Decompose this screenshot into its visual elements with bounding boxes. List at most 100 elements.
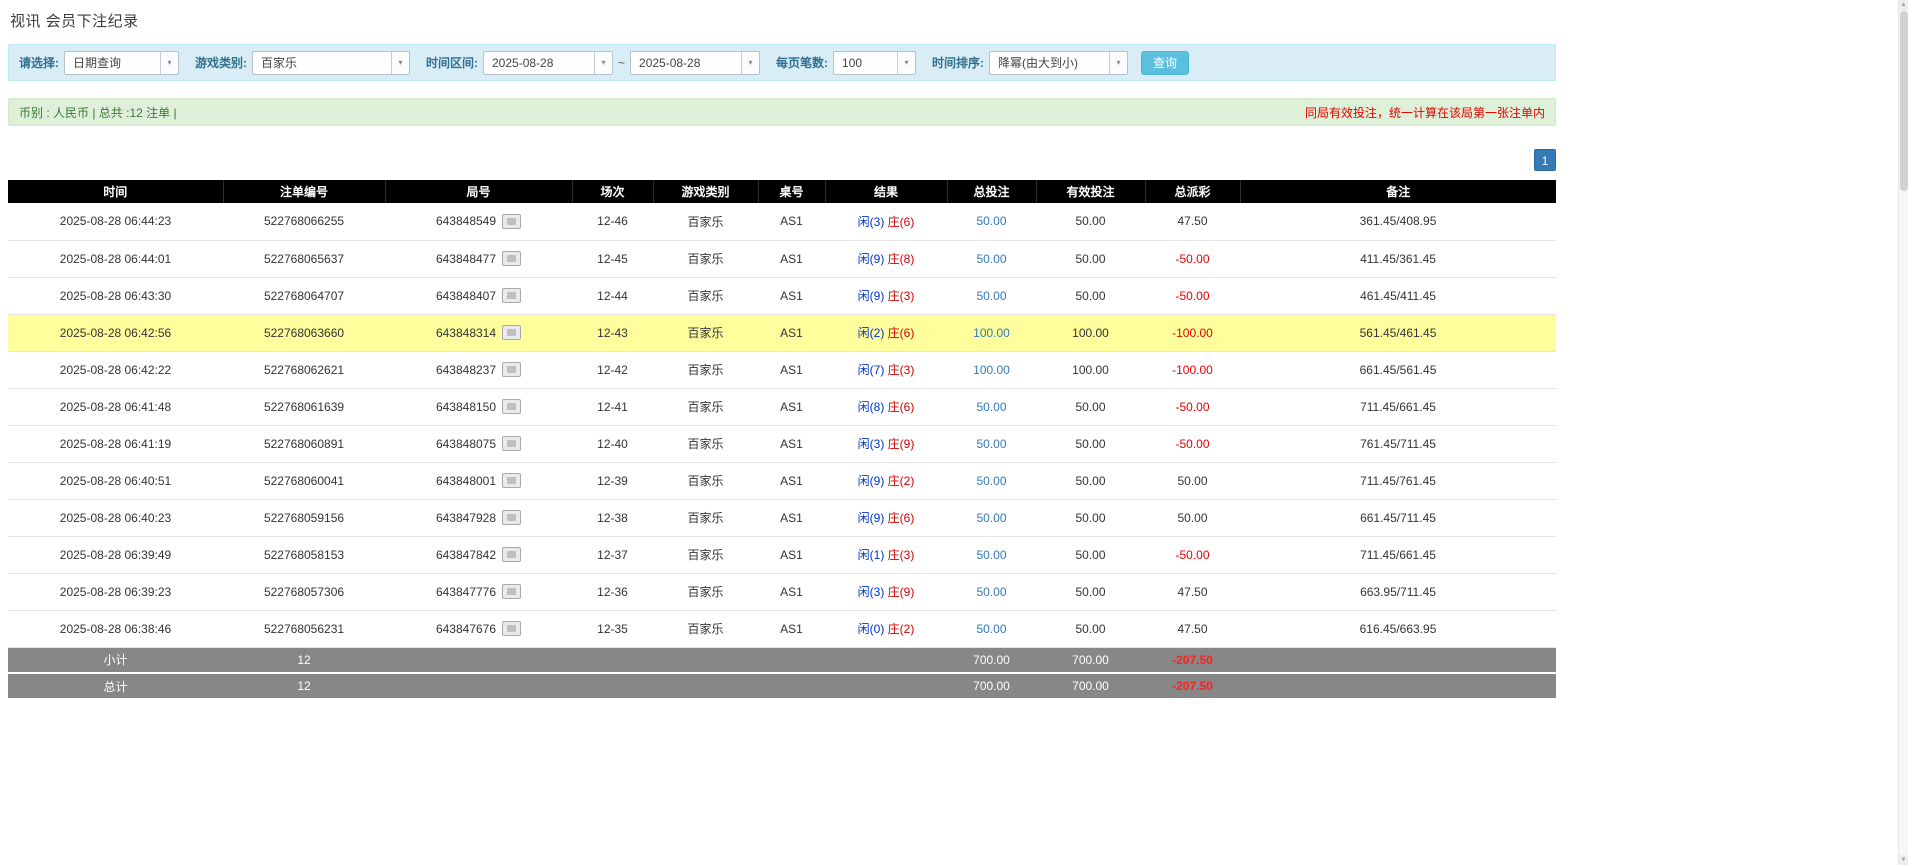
cards-icon[interactable] xyxy=(502,362,521,377)
round-id-text: 643848075 xyxy=(436,437,496,451)
cell-note: 461.45/411.45 xyxy=(1240,277,1556,314)
round-id-text: 643848237 xyxy=(436,363,496,377)
cell-table-no: AS1 xyxy=(758,425,825,462)
cell-payout: -100.00 xyxy=(1145,351,1240,388)
total-bet-link[interactable]: 50.00 xyxy=(976,622,1006,636)
cards-icon[interactable] xyxy=(502,399,521,414)
pagination: 1 xyxy=(8,149,1556,171)
cell-note: 711.45/661.45 xyxy=(1240,388,1556,425)
page-title: 视讯 会员下注纪录 xyxy=(8,8,1560,31)
sort-order-select[interactable]: 降幂(由大到小) ▾ xyxy=(989,51,1128,75)
total-bet-link[interactable]: 50.00 xyxy=(976,289,1006,303)
total-bet-link[interactable]: 50.00 xyxy=(976,511,1006,525)
column-header: 总投注 xyxy=(947,180,1036,203)
result-banker: 庄(8) xyxy=(888,252,915,266)
cards-icon[interactable] xyxy=(502,473,521,488)
cards-icon[interactable] xyxy=(502,251,521,266)
date-from-input[interactable]: 2025-08-28 ▾ xyxy=(483,51,613,75)
cell-total-bet: 50.00 xyxy=(947,203,1036,240)
total-bet-link[interactable]: 50.00 xyxy=(976,400,1006,414)
cell-payout: 50.00 xyxy=(1145,499,1240,536)
result-player: 闲(9) xyxy=(858,289,885,303)
cell-session: 12-42 xyxy=(572,351,653,388)
result-player: 闲(3) xyxy=(858,585,885,599)
result-banker: 庄(9) xyxy=(888,437,915,451)
total-bet-link[interactable]: 50.00 xyxy=(976,474,1006,488)
cell-game-type: 百家乐 xyxy=(653,536,758,573)
cell-game-type: 百家乐 xyxy=(653,462,758,499)
cards-icon[interactable] xyxy=(502,214,521,229)
total-bet-link[interactable]: 50.00 xyxy=(976,437,1006,451)
total-bet-link[interactable]: 50.00 xyxy=(976,548,1006,562)
summary-payout: -207.50 xyxy=(1145,647,1240,673)
cell-bet-id: 522768060041 xyxy=(223,462,385,499)
summary-empty-cell xyxy=(758,673,825,699)
game-type-value: 百家乐 xyxy=(253,52,391,74)
cell-result: 闲(9) 庄(3) xyxy=(825,277,947,314)
cards-icon[interactable] xyxy=(502,621,521,636)
cell-game-type: 百家乐 xyxy=(653,314,758,351)
date-to-input[interactable]: 2025-08-28 ▾ xyxy=(630,51,760,75)
scrollbar[interactable]: ▲ ▼ xyxy=(1898,0,1908,865)
column-header: 局号 xyxy=(385,180,572,203)
cell-note: 661.45/711.45 xyxy=(1240,499,1556,536)
total-bet-link[interactable]: 100.00 xyxy=(973,326,1010,340)
column-header: 场次 xyxy=(572,180,653,203)
result-player: 闲(3) xyxy=(858,437,885,451)
result-player: 闲(9) xyxy=(858,511,885,525)
cell-round-id: 643848314 xyxy=(385,314,572,351)
table-row: 2025-08-28 06:39:23522768057306643847776… xyxy=(8,573,1556,610)
cards-icon[interactable] xyxy=(502,288,521,303)
cell-table-no: AS1 xyxy=(758,277,825,314)
page-size-input[interactable]: 100 ▾ xyxy=(833,51,916,75)
scroll-up-arrow-icon[interactable]: ▲ xyxy=(1899,0,1908,10)
game-type-select[interactable]: 百家乐 ▾ xyxy=(252,51,410,75)
cell-round-id: 643848150 xyxy=(385,388,572,425)
cell-table-no: AS1 xyxy=(758,388,825,425)
result-banker: 庄(3) xyxy=(888,363,915,377)
cell-payout: -50.00 xyxy=(1145,277,1240,314)
cell-payout: -50.00 xyxy=(1145,536,1240,573)
cell-total-bet: 50.00 xyxy=(947,240,1036,277)
result-banker: 庄(3) xyxy=(888,548,915,562)
result-player: 闲(9) xyxy=(858,252,885,266)
cell-payout: 50.00 xyxy=(1145,462,1240,499)
cards-icon[interactable] xyxy=(502,325,521,340)
cards-icon[interactable] xyxy=(502,436,521,451)
result-banker: 庄(2) xyxy=(888,474,915,488)
cell-bet-id: 522768057306 xyxy=(223,573,385,610)
cell-game-type: 百家乐 xyxy=(653,499,758,536)
result-player: 闲(8) xyxy=(858,400,885,414)
sort-order-value: 降幂(由大到小) xyxy=(990,52,1109,74)
cell-valid-bet: 50.00 xyxy=(1036,573,1145,610)
cell-result: 闲(9) 庄(2) xyxy=(825,462,947,499)
column-header: 备注 xyxy=(1240,180,1556,203)
query-type-select[interactable]: 日期查询 ▾ xyxy=(64,51,179,75)
total-bet-link[interactable]: 50.00 xyxy=(976,252,1006,266)
search-button[interactable]: 查询 xyxy=(1141,51,1189,75)
cell-table-no: AS1 xyxy=(758,610,825,647)
scroll-down-arrow-icon[interactable]: ▼ xyxy=(1899,855,1908,865)
scrollbar-thumb[interactable] xyxy=(1900,11,1908,191)
summary-empty-cell xyxy=(825,673,947,699)
cards-icon[interactable] xyxy=(502,547,521,562)
cell-note: 561.45/461.45 xyxy=(1240,314,1556,351)
total-bet-link[interactable]: 100.00 xyxy=(973,363,1010,377)
summary-valid-bet: 700.00 xyxy=(1036,647,1145,673)
total-bet-link[interactable]: 50.00 xyxy=(976,214,1006,228)
table-row: 2025-08-28 06:41:48522768061639643848150… xyxy=(8,388,1556,425)
table-row: 2025-08-28 06:41:19522768060891643848075… xyxy=(8,425,1556,462)
cell-table-no: AS1 xyxy=(758,240,825,277)
cards-icon[interactable] xyxy=(502,510,521,525)
cell-game-type: 百家乐 xyxy=(653,425,758,462)
cell-payout: 47.50 xyxy=(1145,203,1240,240)
cell-game-type: 百家乐 xyxy=(653,610,758,647)
summary-count: 12 xyxy=(223,647,385,673)
result-player: 闲(3) xyxy=(858,215,885,229)
cell-bet-id: 522768064707 xyxy=(223,277,385,314)
cell-total-bet: 100.00 xyxy=(947,351,1036,388)
cards-icon[interactable] xyxy=(502,584,521,599)
round-id-text: 643847842 xyxy=(436,548,496,562)
page-button-1[interactable]: 1 xyxy=(1534,149,1556,171)
total-bet-link[interactable]: 50.00 xyxy=(976,585,1006,599)
